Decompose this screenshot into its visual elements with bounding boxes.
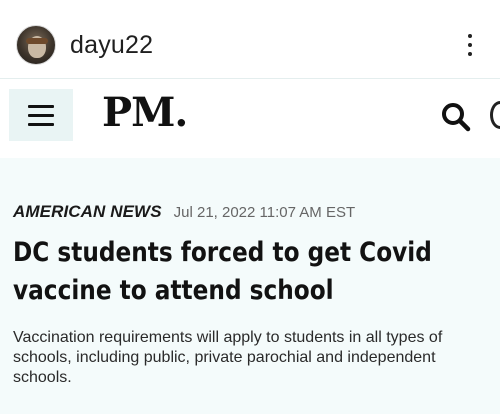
page: dayu22 PM. AMERICAN NEWS Jul 21, 2022 11:… xyxy=(0,0,500,414)
site-nav-bar: PM. xyxy=(0,78,500,158)
embedded-article-screenshot: PM. AMERICAN NEWS Jul 21, 2022 11:07 AM E… xyxy=(0,78,500,414)
search-icon[interactable] xyxy=(440,101,472,133)
username[interactable]: dayu22 xyxy=(70,31,153,60)
post-header: dayu22 xyxy=(0,0,500,88)
avatar-goggles xyxy=(26,38,48,44)
account-icon[interactable] xyxy=(490,101,500,129)
article-preview[interactable]: AMERICAN NEWS Jul 21, 2022 11:07 AM EST D… xyxy=(0,158,500,414)
site-logo[interactable]: PM. xyxy=(102,89,188,136)
article-meta: AMERICAN NEWS Jul 21, 2022 11:07 AM EST xyxy=(13,202,355,222)
article-summary: Vaccination requirements will apply to s… xyxy=(13,329,443,386)
article-headline[interactable]: DC students forced to get Covid vaccine … xyxy=(13,234,482,310)
article-category[interactable]: AMERICAN NEWS xyxy=(13,202,162,221)
hamburger-icon[interactable] xyxy=(9,89,73,141)
article-date: Jul 21, 2022 11:07 AM EST xyxy=(173,204,356,221)
kebab-menu-icon[interactable] xyxy=(466,34,474,56)
user-avatar[interactable] xyxy=(16,25,56,65)
